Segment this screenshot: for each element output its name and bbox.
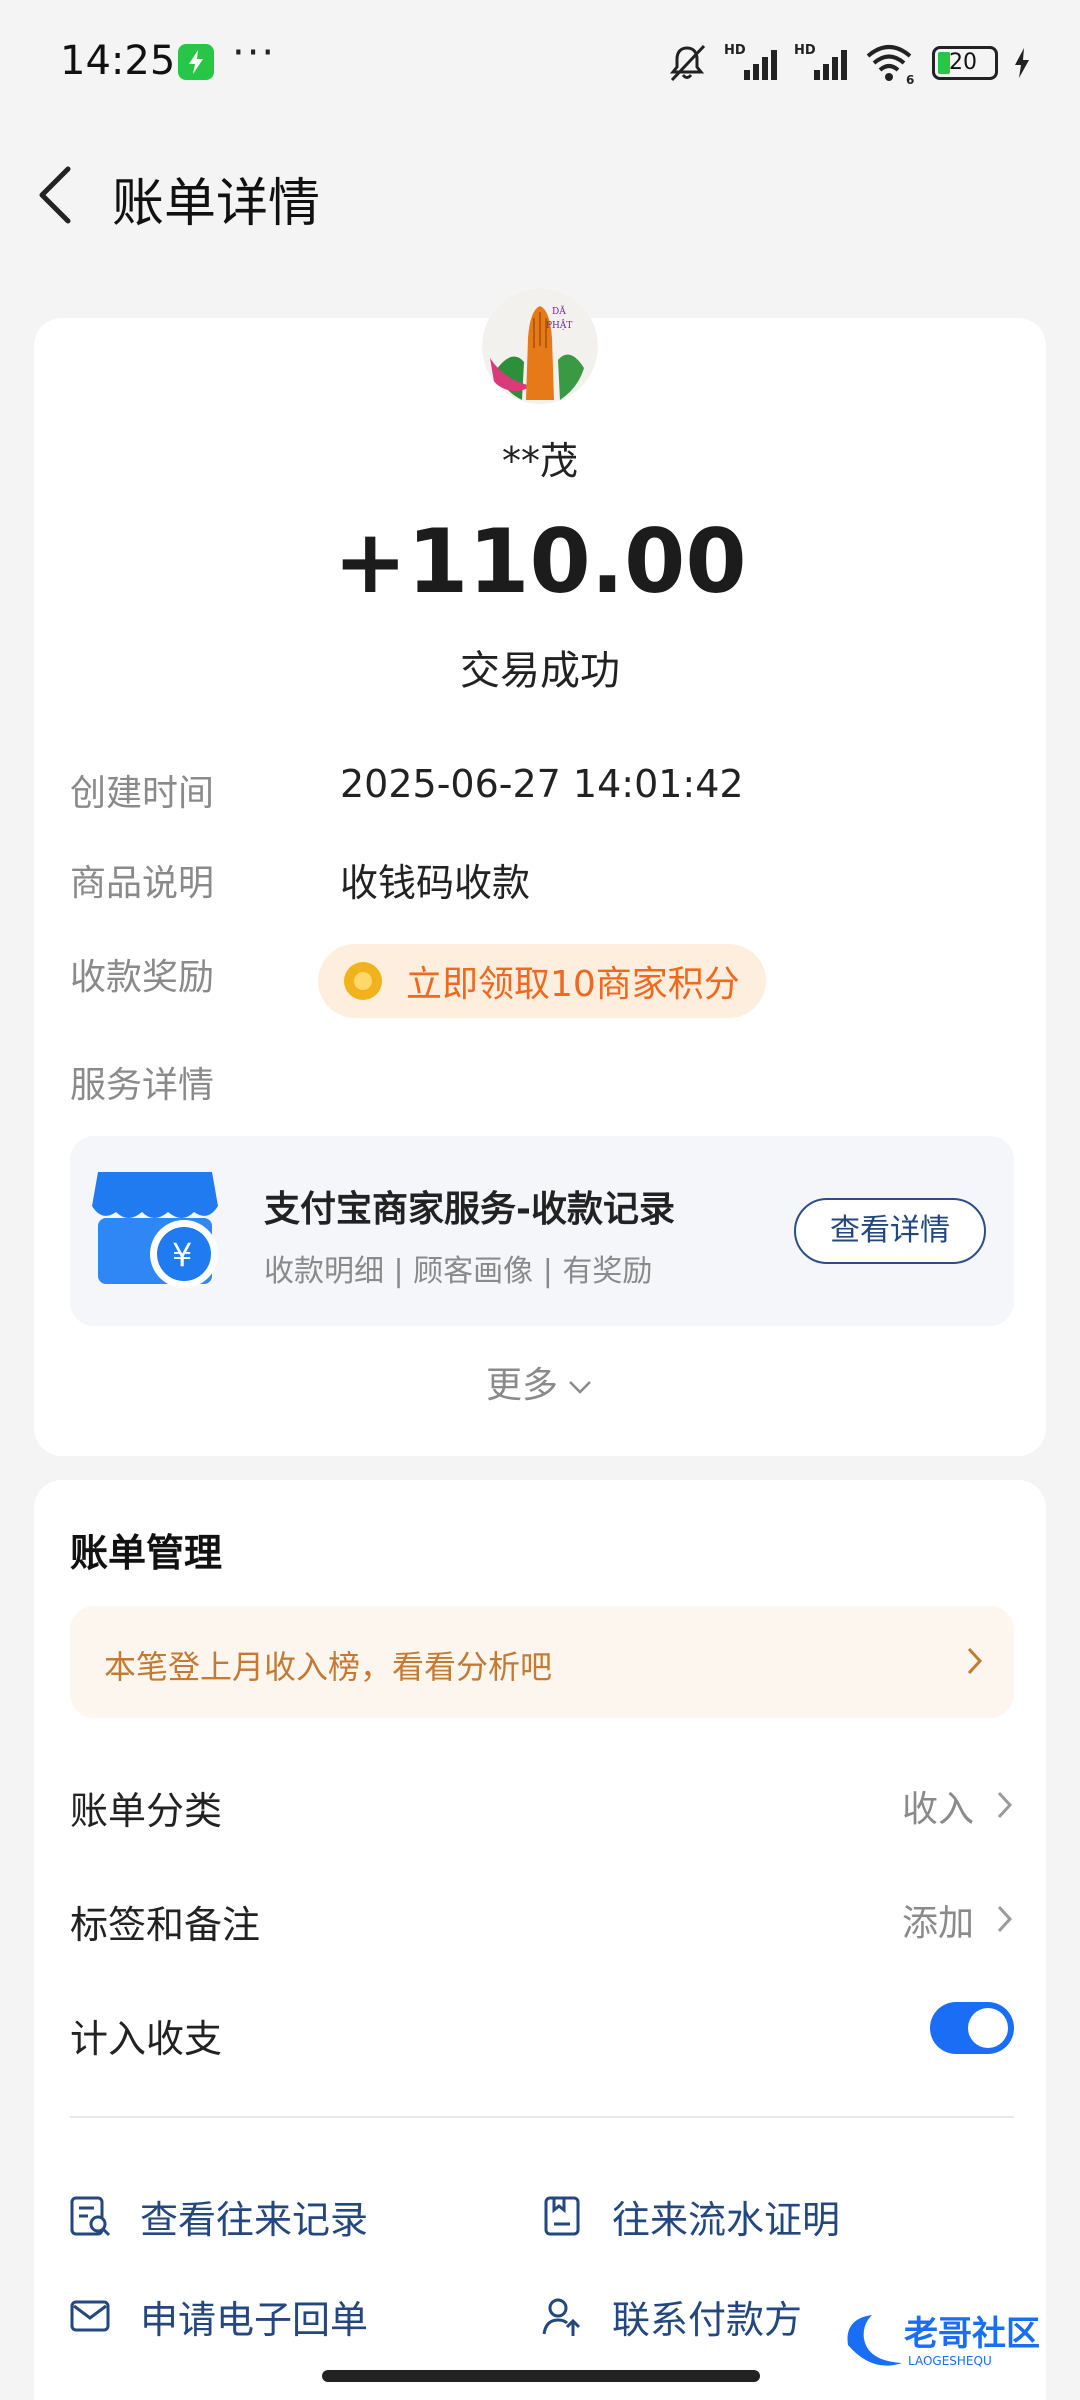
transaction-status: 交易成功 bbox=[460, 648, 620, 694]
section-title: 账单管理 bbox=[70, 1531, 223, 1575]
created-time-value: 2025-06-27 14:01:42 bbox=[340, 762, 744, 806]
contact-payer-label: 联系付款方 bbox=[612, 2297, 803, 2342]
product-value: 收钱码收款 bbox=[340, 861, 531, 905]
chevron-down-icon bbox=[569, 1381, 591, 1394]
payer-name: **茂 bbox=[501, 439, 578, 483]
income-rank-banner[interactable]: 本笔登上月收入榜，看看分析吧 bbox=[70, 1606, 1014, 1718]
payer-avatar[interactable]: DÃ PHẬT bbox=[482, 288, 598, 404]
bill-category-row[interactable]: 账单分类 收入 bbox=[70, 1762, 1014, 1842]
include-in-budget-toggle[interactable] bbox=[930, 2002, 1014, 2054]
contact-payer-button[interactable]: 联系付款方 bbox=[540, 2286, 802, 2346]
document-icon bbox=[544, 2196, 580, 2236]
coin-icon bbox=[344, 962, 382, 1000]
history-search-icon bbox=[70, 2196, 111, 2237]
chevron-right-icon bbox=[997, 1791, 1013, 1819]
bill-category-value: 收入 bbox=[901, 1789, 974, 1830]
chevron-right-icon bbox=[967, 1647, 983, 1675]
svg-text:¥: ¥ bbox=[172, 1236, 192, 1274]
created-time-label: 创建时间 bbox=[70, 773, 215, 814]
svg-text:DÃ: DÃ bbox=[552, 305, 566, 317]
view-details-button[interactable]: 查看详情 bbox=[794, 1198, 986, 1264]
battery-icon: 20 bbox=[932, 46, 998, 80]
shop-icon: ¥ bbox=[92, 1172, 218, 1288]
product-label: 商品说明 bbox=[70, 863, 215, 904]
reward-text: 立即领取10商家积分 bbox=[406, 964, 740, 1005]
bill-category-label: 账单分类 bbox=[70, 1789, 223, 1833]
top-bar: 账单详情 bbox=[0, 125, 1080, 265]
more-notifications-icon: ··· bbox=[232, 30, 277, 76]
view-history-button[interactable]: 查看往来记录 bbox=[68, 2186, 368, 2246]
back-arrow-icon bbox=[39, 166, 71, 224]
status-bar: 14:25 ··· HD HD 6 20 bbox=[0, 0, 1080, 125]
service-title: 支付宝商家服务-收款记录 bbox=[264, 1189, 675, 1230]
divider bbox=[70, 2116, 1014, 2118]
svg-text:6: 6 bbox=[906, 73, 914, 86]
bill-management-card: 账单管理 本笔登上月收入榜，看看分析吧 账单分类 收入 标签和备注 添加 计入收… bbox=[34, 1480, 1046, 2400]
svg-text:HD: HD bbox=[794, 43, 816, 58]
contact-person-icon bbox=[542, 2298, 581, 2336]
tags-notes-row[interactable]: 标签和备注 添加 bbox=[70, 1876, 1014, 1956]
service-label: 服务详情 bbox=[70, 1065, 215, 1106]
hd-signal-icon: HD bbox=[794, 43, 847, 80]
statement-proof-button[interactable]: 往来流水证明 bbox=[540, 2186, 840, 2246]
back-button[interactable] bbox=[30, 145, 110, 245]
reward-label: 收款奖励 bbox=[70, 957, 215, 998]
page-title: 账单详情 bbox=[112, 174, 321, 234]
amount: +110.00 bbox=[333, 510, 747, 613]
statement-proof-label: 往来流水证明 bbox=[612, 2197, 841, 2242]
claim-reward-button[interactable]: 立即领取10商家积分 bbox=[318, 944, 766, 1018]
include-in-budget-row: 计入收支 bbox=[70, 1990, 1014, 2070]
mail-icon bbox=[70, 2300, 110, 2332]
more-toggle[interactable]: 更多 bbox=[34, 1356, 1046, 1408]
charging-bolt-icon bbox=[1015, 48, 1029, 78]
svg-text:HD: HD bbox=[724, 43, 746, 58]
transaction-card: DÃ PHẬT **茂 +110.00 交易成功 创建时间 2025-06-27… bbox=[34, 288, 1046, 1456]
watermark-logo: 老哥社区 LAOGESHEQU bbox=[847, 2314, 1040, 2368]
view-history-label: 查看往来记录 bbox=[140, 2197, 369, 2242]
merchant-service-card[interactable]: ¥ 支付宝商家服务-收款记录 收款明细 | 顾客画像 | 有奖励 查看详情 bbox=[70, 1136, 1014, 1326]
more-label: 更多 bbox=[485, 1365, 558, 1406]
tags-notes-label: 标签和备注 bbox=[70, 1903, 261, 1947]
request-receipt-label: 申请电子回单 bbox=[140, 2297, 369, 2342]
home-indicator[interactable] bbox=[322, 2370, 760, 2382]
service-subtitle: 收款明细 | 顾客画像 | 有奖励 bbox=[264, 1254, 653, 1289]
status-time: 14:25 bbox=[60, 38, 176, 84]
request-receipt-button[interactable]: 申请电子回单 bbox=[68, 2286, 368, 2346]
svg-text:老哥社区: 老哥社区 bbox=[904, 2314, 1040, 2354]
mute-icon bbox=[669, 44, 706, 82]
include-in-budget-label: 计入收支 bbox=[70, 2017, 223, 2061]
svg-text:LAOGESHEQU: LAOGESHEQU bbox=[908, 2354, 992, 2368]
chevron-right-icon bbox=[997, 1905, 1013, 1933]
hd-signal-icon: HD bbox=[724, 43, 777, 80]
banner-text: 本笔登上月收入榜，看看分析吧 bbox=[104, 1648, 553, 1686]
battery-level: 20 bbox=[949, 50, 977, 75]
tags-notes-value: 添加 bbox=[901, 1903, 974, 1944]
wifi-6-icon: 6 bbox=[866, 45, 914, 86]
charging-app-icon bbox=[178, 44, 214, 80]
svg-text:PHẬT: PHẬT bbox=[546, 319, 572, 331]
